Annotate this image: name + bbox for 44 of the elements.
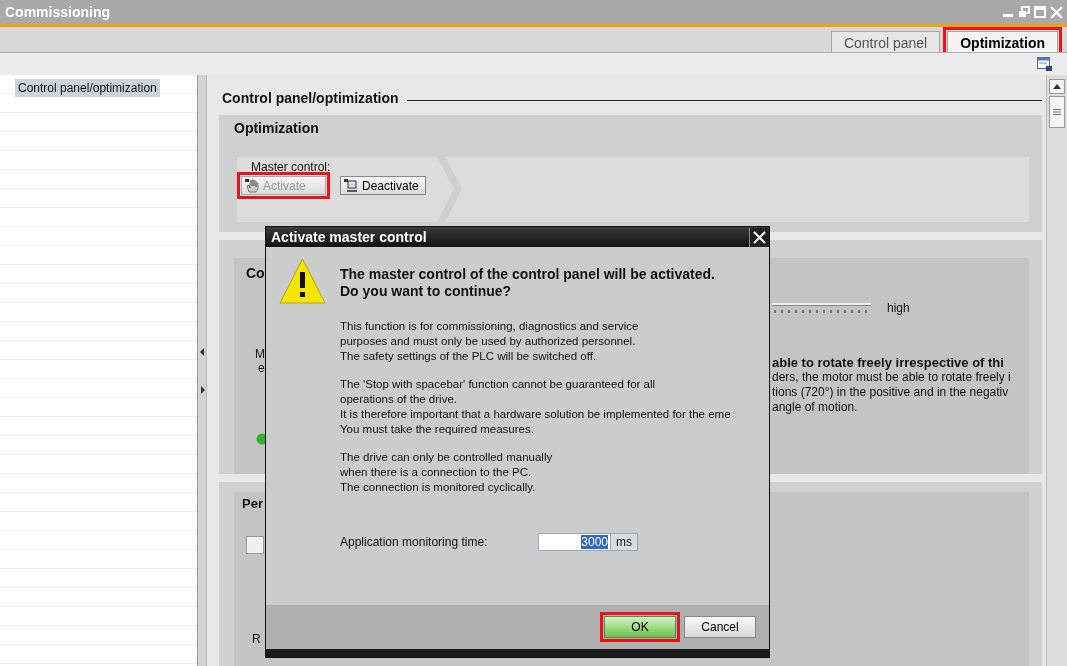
window-title: Commissioning — [5, 4, 110, 20]
panel-lock-icon[interactable] — [1037, 56, 1053, 72]
text-fragment: M — [254, 347, 266, 361]
section-title: Co — [246, 265, 266, 283]
dialog-title: Activate master control — [271, 229, 427, 245]
dialog-paragraph: This function is for commissioning, diagnostics and service purposes and must only be used by authorized personnel. The safety settings of the PLC will be switched off. — [340, 319, 640, 364]
section-title: Optimization — [234, 120, 320, 138]
toolbar-button[interactable]: Deactivate — [340, 176, 426, 195]
up-arrow-icon — [1053, 84, 1061, 89]
unit-label: ms — [611, 533, 638, 551]
warning-text: able to rotate freely irrespective of thi — [772, 355, 1005, 370]
expand-right-icon[interactable] — [199, 385, 205, 394]
text-fragment: e — [257, 361, 266, 375]
page-heading: Control panel/optimization — [222, 90, 399, 106]
dialog-paragraph: The drive can only be controlled manually when there is a connection to the PC. The connection is monitored cyclically. — [340, 450, 554, 495]
warning-icon — [279, 258, 326, 304]
restore-icon[interactable] — [1018, 6, 1030, 18]
dialog-button[interactable]: OK — [604, 616, 676, 638]
dialog-heading: The master control of the control panel will be activated. Do you want to continue? — [340, 266, 716, 300]
dialog-paragraph: The 'Stop with spacebar' function cannot be guaranteed for all operations of the drive. It is therefore important that a hardware solution be implemented for the eme You must take the required measures. — [340, 377, 731, 437]
close-button[interactable] — [749, 227, 769, 247]
scroll-up-button[interactable] — [1049, 79, 1065, 94]
text-fragment: angle of motion. — [772, 400, 859, 415]
computer-icon — [344, 178, 358, 193]
text-fragment: ders, the motor must be able to rotate freely i — [772, 370, 1012, 385]
field-label: Application monitoring time: — [340, 535, 489, 549]
small-button[interactable] — [246, 536, 264, 554]
tab[interactable]: Control panel — [830, 31, 941, 52]
text-fragment: R — [252, 632, 262, 646]
scroll-thumb[interactable] — [1049, 96, 1065, 128]
close-icon[interactable] — [1050, 5, 1063, 19]
maximize-icon[interactable] — [1034, 6, 1046, 18]
input-field[interactable]: 3000 — [538, 533, 611, 551]
sidebar-item[interactable]: Control panel/optimization — [15, 79, 160, 97]
dialog-button[interactable]: Cancel — [684, 616, 756, 638]
master-control-label: Master control: — [251, 160, 332, 174]
hand-icon — [245, 178, 259, 193]
text-fragment: tions (720°) in the positive and in the negativ — [772, 385, 1010, 400]
slider-label: high — [887, 301, 910, 315]
grip-icon — [1053, 109, 1061, 115]
section-title: Per — [242, 496, 264, 513]
slider-track[interactable] — [772, 303, 871, 313]
tab[interactable]: Optimization — [947, 31, 1058, 52]
collapse-left-icon[interactable] — [199, 347, 205, 356]
